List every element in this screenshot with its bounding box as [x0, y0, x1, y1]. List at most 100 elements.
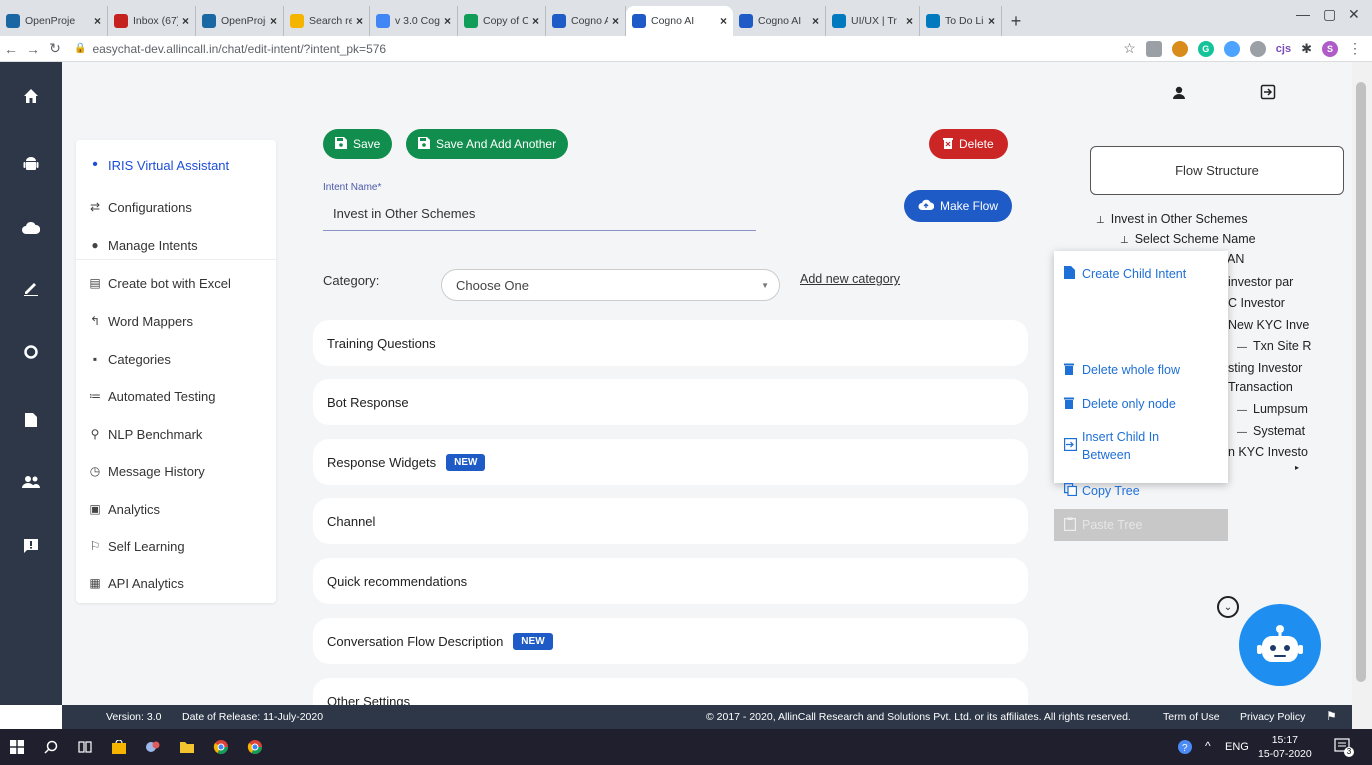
menu-item-analytics[interactable]: ▣ Analytics: [86, 496, 274, 522]
close-window-icon[interactable]: ✕: [1348, 6, 1360, 23]
back-icon[interactable]: ←: [0, 41, 22, 57]
document-icon[interactable]: [0, 400, 62, 440]
windows-start-icon[interactable]: [0, 729, 34, 765]
browser-tab[interactable]: Cogno AI ×: [546, 6, 626, 36]
paste-tree-item[interactable]: Paste Tree: [1054, 509, 1228, 541]
browser-tab[interactable]: Copy of C ×: [458, 6, 546, 36]
store-icon[interactable]: [102, 729, 136, 765]
search-icon[interactable]: [34, 729, 68, 765]
puzzle-icon[interactable]: ✱: [1301, 41, 1312, 57]
menu-item-nlp-benchmark[interactable]: ⚲ NLP Benchmark: [86, 421, 274, 447]
notification-icon[interactable]: 3: [1334, 738, 1354, 759]
tree-node[interactable]: ⊥ Invest in Other Schemes: [1096, 212, 1248, 226]
users-icon[interactable]: [0, 462, 62, 502]
tab-close-icon[interactable]: ×: [94, 14, 101, 28]
tree-node[interactable]: C Investor: [1228, 296, 1285, 310]
tree-node[interactable]: — Systemat: [1237, 424, 1305, 438]
menu-item-api-analytics[interactable]: ▦ API Analytics: [86, 570, 274, 596]
profile-avatar[interactable]: S: [1322, 40, 1338, 57]
tree-scroll-arrow-icon[interactable]: ▸: [1295, 463, 1299, 472]
cookie-icon[interactable]: [1171, 40, 1188, 57]
tree-node[interactable]: New KYC Inve: [1228, 318, 1309, 332]
android-icon[interactable]: [0, 144, 62, 184]
menu-item-word-mappers[interactable]: ↰ Word Mappers: [86, 308, 274, 334]
menu-item-manage-intents[interactable]: ● Manage Intents: [86, 232, 274, 258]
tree-node[interactable]: AN: [1227, 252, 1244, 266]
task-view-icon[interactable]: [68, 729, 102, 765]
category-select[interactable]: Choose One ▼: [441, 269, 780, 301]
save-button[interactable]: Save: [323, 129, 393, 159]
clock[interactable]: 15:17 15-07-2020: [1258, 733, 1312, 761]
extension-icon[interactable]: [1249, 40, 1266, 57]
copy-tree-item[interactable]: Copy Tree: [1054, 480, 1228, 502]
browser-tab[interactable]: v 3.0 Cogn ×: [370, 6, 458, 36]
grammarly-icon[interactable]: G: [1197, 40, 1214, 57]
page-scrollbar[interactable]: [1352, 62, 1372, 729]
panel-training-questions[interactable]: Training Questions: [313, 320, 1028, 366]
url-field[interactable]: 🔒 easychat-dev.allincall.in/chat/edit-in…: [74, 42, 386, 56]
privacy-link[interactable]: Privacy Policy: [1240, 711, 1305, 723]
logout-icon[interactable]: [1260, 84, 1276, 105]
tab-close-icon[interactable]: ×: [532, 14, 539, 28]
browser-tab[interactable]: Cogno AI ×: [626, 6, 733, 36]
scroll-down-icon[interactable]: ⌄: [1217, 596, 1239, 618]
panel-other-settings[interactable]: Other Settings: [313, 678, 1028, 705]
reload-icon[interactable]: ↻: [44, 40, 66, 57]
tab-close-icon[interactable]: ×: [812, 14, 819, 28]
chrome-icon[interactable]: [204, 729, 238, 765]
menu-item-message-history[interactable]: ◷ Message History: [86, 458, 274, 484]
add-new-category-link[interactable]: Add new category: [800, 272, 900, 286]
delete-whole-flow-item[interactable]: Delete whole flow: [1054, 359, 1228, 381]
file-explorer-icon[interactable]: [170, 729, 204, 765]
browser-tab[interactable]: To Do List ×: [920, 6, 1002, 36]
flow-structure-header[interactable]: Flow Structure: [1090, 146, 1344, 195]
loading-icon[interactable]: [0, 332, 62, 372]
make-flow-button[interactable]: Make Flow: [904, 190, 1013, 222]
bookmark-star-icon[interactable]: ☆: [1123, 40, 1136, 57]
menu-item-iris-virtual-assistant[interactable]: • IRIS Virtual Assistant: [86, 152, 274, 178]
browser-tab[interactable]: OpenProje ×: [0, 6, 108, 36]
tree-node[interactable]: Transaction: [1228, 380, 1293, 394]
panel-channel[interactable]: Channel: [313, 498, 1028, 544]
cjs-icon[interactable]: cjs: [1276, 43, 1291, 55]
terms-link[interactable]: Term of Use: [1163, 711, 1220, 723]
chatbot-launcher[interactable]: [1239, 604, 1321, 686]
edit-icon[interactable]: [0, 268, 62, 308]
help-icon[interactable]: ?: [1177, 739, 1193, 758]
tree-node[interactable]: — Txn Site R: [1237, 339, 1311, 353]
tab-close-icon[interactable]: ×: [444, 14, 451, 28]
forward-icon[interactable]: →: [22, 41, 44, 57]
tree-node[interactable]: — Lumpsum: [1237, 402, 1308, 416]
panel-response-widgets[interactable]: Response Widgets NEW: [313, 439, 1028, 485]
panel-conversation-flow-description[interactable]: Conversation Flow Description NEW: [313, 618, 1028, 664]
tree-node[interactable]: investor par: [1228, 275, 1293, 289]
color-picker-icon[interactable]: [1223, 40, 1240, 57]
scrollbar-thumb[interactable]: [1356, 82, 1366, 682]
tab-close-icon[interactable]: ×: [356, 14, 363, 28]
panel-quick-recommendations[interactable]: Quick recommendations: [313, 558, 1028, 604]
tab-close-icon[interactable]: ×: [182, 14, 189, 28]
browser-tab[interactable]: Search res ×: [284, 6, 370, 36]
cloud-icon[interactable]: [0, 208, 62, 248]
tab-close-icon[interactable]: ×: [906, 14, 913, 28]
app-icon[interactable]: [136, 729, 170, 765]
delete-button[interactable]: Delete: [929, 129, 1008, 159]
insert-child-between-item[interactable]: Insert Child In Between: [1054, 426, 1228, 466]
tray-chevron-up-icon[interactable]: ^: [1205, 739, 1211, 753]
chrome-profile-icon[interactable]: [238, 729, 272, 765]
browser-tab[interactable]: Inbox (67) ×: [108, 6, 196, 36]
minimize-icon[interactable]: —: [1296, 6, 1310, 22]
menu-item-categories[interactable]: ▪ Categories: [86, 346, 274, 372]
tree-node[interactable]: ⊥ Select Scheme Name: [1120, 232, 1256, 246]
delete-only-node-item[interactable]: Delete only node: [1054, 393, 1228, 415]
flag-icon[interactable]: ⚑: [1326, 709, 1337, 723]
browser-tab[interactable]: Cogno AI ×: [733, 6, 826, 36]
create-child-intent-item[interactable]: Create Child Intent: [1054, 263, 1228, 285]
panel-bot-response[interactable]: Bot Response: [313, 379, 1028, 425]
new-tab-button[interactable]: +: [1002, 6, 1030, 36]
user-icon[interactable]: [1172, 84, 1186, 105]
menu-item-self-learning[interactable]: ⚐ Self Learning: [86, 533, 274, 559]
browser-tab[interactable]: OpenProje ×: [196, 6, 284, 36]
save-add-another-button[interactable]: Save And Add Another: [406, 129, 569, 159]
menu-item-configurations[interactable]: ⇄ Configurations: [86, 194, 274, 220]
